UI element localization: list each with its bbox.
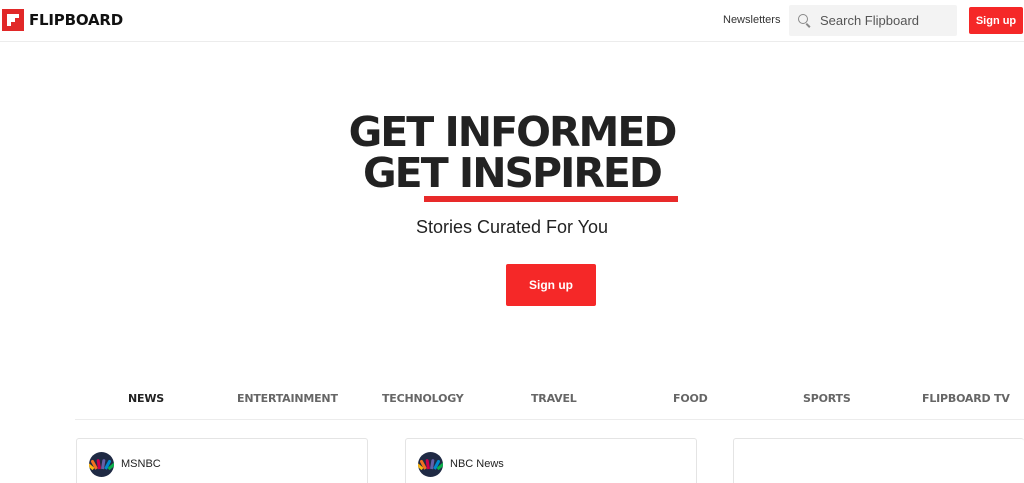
story-card[interactable] xyxy=(733,438,1024,483)
story-source-name: NBC News xyxy=(450,458,504,470)
story-card[interactable]: NBC News xyxy=(405,438,697,483)
hero-subtitle: Stories Curated For You xyxy=(415,217,609,237)
tab-news[interactable]: NEWS xyxy=(128,392,164,405)
top-navigation-bar: FLIPBOARD Newsletters Sign up xyxy=(0,0,1024,42)
header-signup-button[interactable]: Sign up xyxy=(969,7,1023,34)
nbc-peacock-icon xyxy=(418,452,443,477)
tab-flipboard-tv[interactable]: FLIPBOARD TV xyxy=(922,392,1010,405)
tab-sports[interactable]: SPORTS xyxy=(803,392,851,405)
hero-headline-line-1: GET INFORMED xyxy=(348,108,678,156)
flipboard-logo[interactable]: FLIPBOARD xyxy=(2,9,123,31)
hero-signup-button[interactable]: Sign up xyxy=(506,264,596,306)
newsletters-link[interactable]: Newsletters xyxy=(723,14,780,26)
search-input[interactable] xyxy=(820,13,950,28)
hero-underline-accent xyxy=(424,196,678,202)
tab-technology[interactable]: TECHNOLOGY xyxy=(382,392,464,405)
story-source-name: MSNBC xyxy=(121,458,161,470)
tab-travel[interactable]: TRAVEL xyxy=(531,392,577,405)
tab-entertainment[interactable]: ENTERTAINMENT xyxy=(237,392,338,405)
nbc-peacock-icon xyxy=(89,452,114,477)
topic-tabs: NEWS ENTERTAINMENT TECHNOLOGY TRAVEL FOO… xyxy=(75,383,1024,420)
hero-headline-line-2: GET INSPIRED xyxy=(363,149,663,197)
search-icon xyxy=(798,13,812,28)
flipboard-logo-icon xyxy=(2,9,24,31)
story-card[interactable]: MSNBC xyxy=(76,438,368,483)
tab-food[interactable]: FOOD xyxy=(673,392,708,405)
logo-text: FLIPBOARD xyxy=(29,11,123,29)
search-box[interactable] xyxy=(789,5,957,36)
